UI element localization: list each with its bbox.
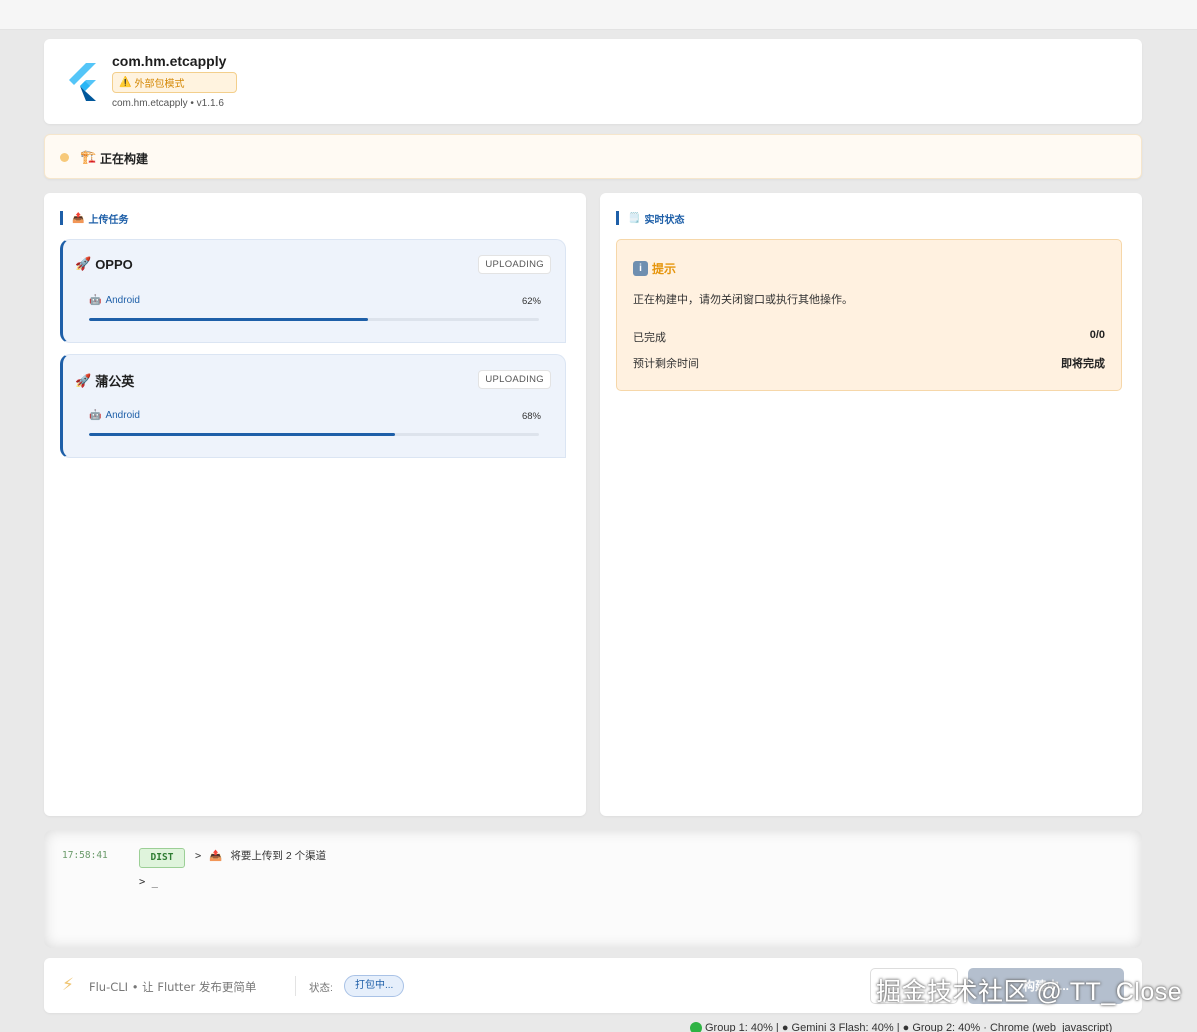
task-platform: 🤖 Android xyxy=(89,295,140,306)
console-prompt: > _ xyxy=(139,876,158,888)
log-timestamp: 17:58:41 xyxy=(62,850,108,861)
log-console[interactable]: 17:58:41 DIST > 📤 将要上传到 2 个渠道 > _ xyxy=(44,830,1142,948)
panel-title-upload: 📤 上传任务 xyxy=(60,211,129,226)
task-progress-percent: 68% xyxy=(521,411,541,422)
log-arrow: > xyxy=(195,849,202,862)
footer-divider xyxy=(295,976,296,996)
task-name-label: OPPO xyxy=(95,256,133,272)
completed-row: 已完成 0/0 xyxy=(633,329,1105,345)
task-progress-track xyxy=(89,433,539,436)
platform-label: Android xyxy=(105,410,140,421)
bottom-status-bar: Group 1: 40% | ● Gemini 3 Flash: 40% | ●… xyxy=(690,1022,1112,1032)
robot-icon: 🤖 xyxy=(89,410,102,421)
upload-task-card: 🚀 OPPO UPLOADING 🤖 Android 62% xyxy=(60,239,566,343)
tip-box: i 提示 正在构建中，请勿关闭窗口或执行其他操作。 已完成 0/0 预计剩余时间… xyxy=(616,239,1122,391)
task-state-badge: UPLOADING xyxy=(478,255,551,274)
status-text: 正在构建 xyxy=(100,152,149,166)
flutter-logo-icon xyxy=(69,63,96,101)
task-name: 🚀 OPPO xyxy=(75,256,133,272)
window-top-strip xyxy=(0,0,1197,30)
task-progress-fill xyxy=(89,433,395,436)
rocket-icon: 🚀 xyxy=(75,256,92,271)
footer-state-pill: 打包中... xyxy=(344,975,405,997)
task-state-badge: UPLOADING xyxy=(478,370,551,389)
rocket-icon: 🚀 xyxy=(75,372,92,388)
log-message-text: 将要上传到 2 个渠道 xyxy=(230,850,327,862)
tip-title: i 提示 xyxy=(633,260,676,277)
remaining-time-row: 预计剩余时间 即将完成 xyxy=(633,355,1105,371)
upload-tasks-panel: 📤 上传任务 🚀 OPPO UPLOADING 🤖 Android 62% 🚀 … xyxy=(44,193,586,816)
log-message: > 📤 将要上传到 2 个渠道 xyxy=(195,848,326,863)
task-progress-track xyxy=(89,318,539,321)
status-dot xyxy=(60,153,69,162)
outbox-tray-icon: 📤 xyxy=(209,850,223,862)
footer-state-label: 状态: xyxy=(309,982,333,994)
tip-message: 正在构建中，请勿关闭窗口或执行其他操作。 xyxy=(633,294,853,306)
tip-title-label: 提示 xyxy=(652,262,677,276)
task-platform: 🤖 Android xyxy=(89,410,140,421)
app-name: com.hm.etcapply xyxy=(112,53,227,69)
robot-icon: 🤖 xyxy=(89,295,102,306)
status-panel-title: 实时状态 xyxy=(644,214,685,226)
green-dot-icon xyxy=(690,1022,702,1032)
upload-panel-title: 上传任务 xyxy=(88,214,129,226)
platform-label: Android xyxy=(105,295,140,306)
task-name: 🚀 蒲公英 xyxy=(75,371,134,390)
lightning-icon: ⚡ xyxy=(62,975,74,994)
completed-label: 已完成 xyxy=(633,332,666,344)
task-name-label: 蒲公英 xyxy=(95,374,135,389)
construction-icon: 🏗️ xyxy=(80,149,97,164)
warning-icon: ⚠️ xyxy=(119,77,132,88)
upload-task-card: 🚀 蒲公英 UPLOADING 🤖 Android 68% xyxy=(60,354,566,458)
panel-title-status: 🗒️ 实时状态 xyxy=(616,211,685,226)
task-progress-percent: 62% xyxy=(521,296,541,307)
realtime-status-panel: 🗒️ 实时状态 i 提示 正在构建中，请勿关闭窗口或执行其他操作。 已完成 0/… xyxy=(600,193,1142,816)
bottom-status-text: Group 1: 40% | ● Gemini 3 Flash: 40% | ●… xyxy=(705,1022,1113,1032)
app-meta: com.hm.etcapply • v1.1.6 xyxy=(112,98,224,109)
info-icon: i xyxy=(633,261,648,276)
app-header-card: com.hm.etcapply ⚠️ 外部包模式 com.hm.etcapply… xyxy=(44,39,1142,124)
remaining-time-label: 预计剩余时间 xyxy=(633,358,699,370)
completed-value: 0/0 xyxy=(1089,329,1105,341)
footer-brand: Flu-CLI • 让 Flutter 发布更简单 xyxy=(89,980,257,994)
mode-badge: ⚠️ 外部包模式 xyxy=(112,72,237,93)
remaining-time-value: 即将完成 xyxy=(1061,358,1105,370)
mode-badge-label: 外部包模式 xyxy=(134,79,185,90)
log-tag: DIST xyxy=(139,848,185,868)
notepad-icon: 🗒️ xyxy=(628,212,641,224)
task-progress-fill xyxy=(89,318,368,321)
outbox-tray-icon: 📤 xyxy=(72,212,85,224)
watermark: 掘金技术社区 @ TT_Close xyxy=(876,978,1183,1006)
build-status-bar: 🏗️ 正在构建 xyxy=(44,134,1142,179)
